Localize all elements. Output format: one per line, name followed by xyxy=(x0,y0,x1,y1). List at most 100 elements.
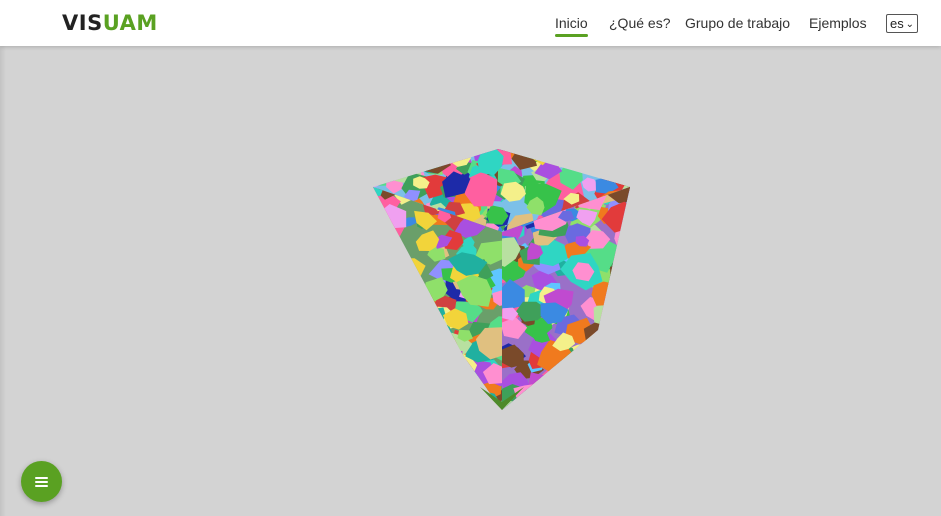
grain-cell xyxy=(591,368,617,389)
grain-cell xyxy=(373,308,397,328)
grain-cell xyxy=(401,277,416,288)
grain-cell xyxy=(373,313,397,343)
grain-cell xyxy=(616,247,630,263)
grain-cell xyxy=(373,149,399,175)
grain-cell xyxy=(446,395,470,410)
grain-cell xyxy=(381,350,397,367)
logo-text-uam: UAM xyxy=(102,11,158,35)
grain-cell xyxy=(373,198,384,215)
grain-cell xyxy=(616,149,630,167)
nav-link-grupo-de-trabajo[interactable]: Grupo de trabajo xyxy=(685,14,790,32)
top-navbar: VISUAM Inicio ¿Qué es? Grupo de trabajo … xyxy=(0,0,941,46)
grain-cell xyxy=(437,367,453,382)
grain-cell xyxy=(601,361,621,378)
grain-cell xyxy=(593,388,630,410)
grain-cell xyxy=(373,271,383,286)
grain-cell xyxy=(411,398,439,410)
viewport-edge-shadow xyxy=(0,46,6,516)
grain-cell xyxy=(575,151,595,167)
grain-cell xyxy=(609,303,630,330)
grain-cell xyxy=(399,317,427,338)
grain-cell xyxy=(585,398,600,410)
grain-cell xyxy=(373,149,393,173)
grain-cell xyxy=(373,221,388,232)
grain-cell xyxy=(554,367,570,380)
grain-cell xyxy=(609,155,630,182)
grain-cell xyxy=(373,330,392,351)
grain-cell xyxy=(428,320,445,334)
grain-cell xyxy=(605,365,619,377)
grain-cell xyxy=(591,281,616,306)
grain-cell xyxy=(594,326,629,354)
grain-cell xyxy=(548,149,567,155)
grain-cell xyxy=(373,309,393,327)
grain-cell xyxy=(375,359,405,381)
grain-cell xyxy=(449,359,471,377)
grain-cell xyxy=(599,307,630,334)
grain-cell xyxy=(438,355,455,370)
grain-cell xyxy=(381,347,399,362)
grain-cell xyxy=(381,271,399,285)
grain-cell xyxy=(528,372,562,397)
grain-cell xyxy=(546,390,565,404)
grain-cell xyxy=(444,378,471,400)
grain-cell xyxy=(601,357,625,382)
grain-cell xyxy=(396,352,428,382)
grain-cell xyxy=(611,285,630,303)
grain-cell xyxy=(375,314,398,335)
grain-cell xyxy=(375,395,413,410)
grain-cell xyxy=(413,357,445,382)
grain-cell xyxy=(373,161,395,179)
grain-cell xyxy=(373,149,380,155)
nav-link-que-es[interactable]: ¿Qué es? xyxy=(609,14,670,32)
grain-cell xyxy=(617,333,630,355)
grain-cell xyxy=(373,192,378,207)
grain-cell xyxy=(421,149,443,158)
grain-cell xyxy=(373,333,395,359)
site-logo[interactable]: VISUAM xyxy=(62,10,158,36)
grain-cell xyxy=(395,375,413,389)
grain-cell xyxy=(547,367,585,401)
grain-cell xyxy=(447,350,463,366)
grain-cell xyxy=(426,380,451,400)
grain-cell xyxy=(610,263,630,289)
grain-cell xyxy=(373,149,402,155)
grain-cell xyxy=(600,149,627,174)
grain-cell xyxy=(565,395,593,410)
language-select[interactable]: es ⌄ xyxy=(886,14,918,33)
grain-cell xyxy=(451,149,465,154)
grain-cell xyxy=(379,396,402,410)
grain-cell xyxy=(428,350,456,372)
voronoi-grain-cube[interactable] xyxy=(360,140,645,425)
menu-icon xyxy=(35,476,48,487)
grain-cell xyxy=(373,315,389,347)
nav-link-ejemplos[interactable]: Ejemplos xyxy=(809,14,867,32)
grain-cell xyxy=(591,388,612,405)
grain-cell xyxy=(376,149,412,166)
grain-cell xyxy=(406,327,422,341)
grain-cell xyxy=(598,364,614,378)
chevron-down-icon: ⌄ xyxy=(905,19,914,30)
grain-cell xyxy=(428,307,446,322)
grain-cell xyxy=(396,386,434,410)
grain-cell xyxy=(373,149,391,172)
logo-text-vis: VIS xyxy=(62,11,103,35)
grain-cell xyxy=(394,369,413,385)
grain-cell xyxy=(555,381,577,401)
grain-cell xyxy=(433,394,463,410)
grain-cell xyxy=(599,149,630,175)
grain-cell xyxy=(596,149,610,162)
grain-cell xyxy=(565,376,585,390)
grain-cell xyxy=(406,338,428,353)
grain-cell xyxy=(448,405,466,410)
grain-cell xyxy=(603,351,619,366)
grain-cell xyxy=(403,353,436,382)
nav-link-inicio[interactable]: Inicio xyxy=(555,14,588,37)
menu-fab-button[interactable] xyxy=(21,461,62,502)
grain-cell xyxy=(394,283,409,296)
grain-cell xyxy=(561,390,591,410)
grain-cell xyxy=(390,298,412,321)
grain-cell xyxy=(385,293,402,310)
language-select-value: es xyxy=(890,16,904,31)
grain-cell xyxy=(566,349,598,376)
